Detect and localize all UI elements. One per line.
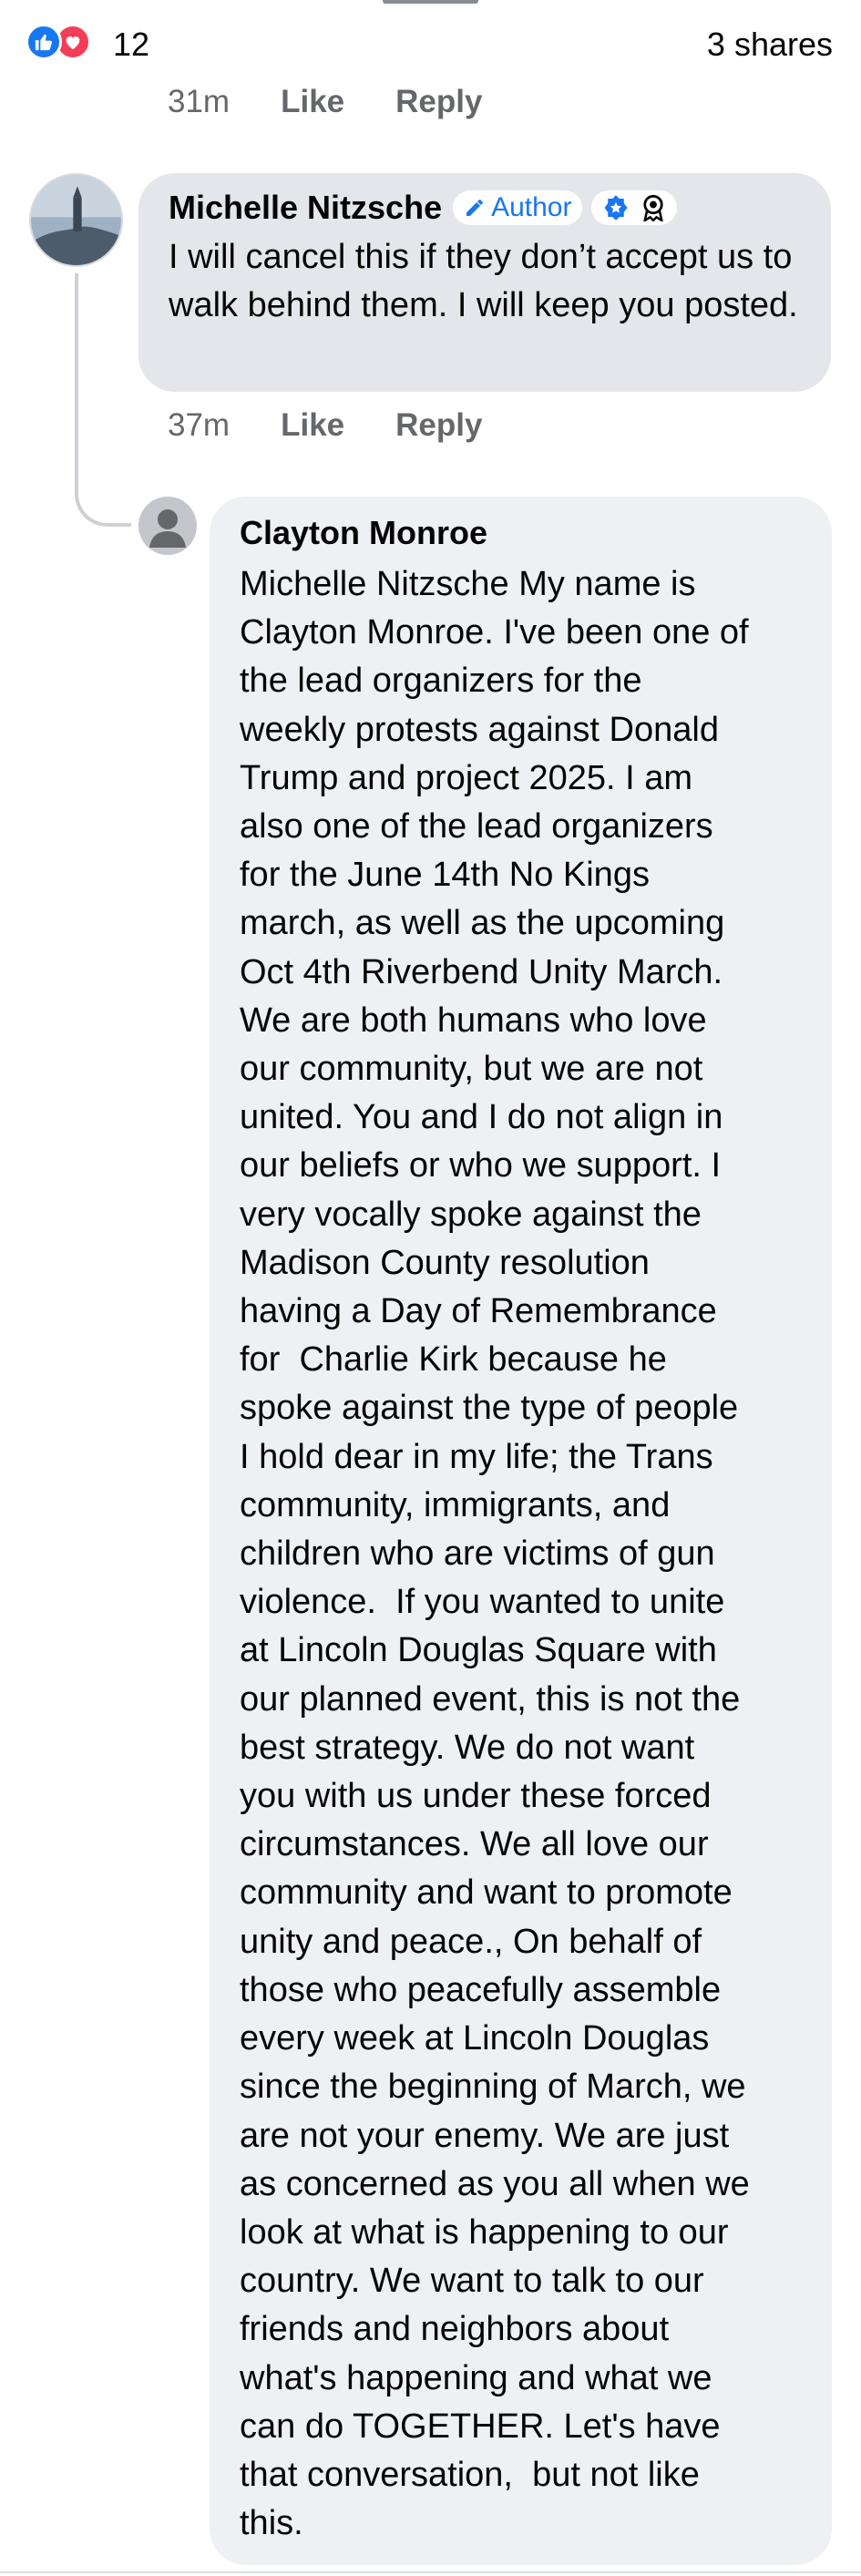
reply-text-line: very vocally spoke against the xyxy=(240,1195,702,1234)
reply-text-line: that conversation, but not like xyxy=(240,2455,700,2494)
shares-count[interactable]: 3 shares xyxy=(707,26,833,64)
reply-text-line: Trump and project 2025. I am xyxy=(240,758,693,797)
comment-text: I will cancel this if they don’t accept … xyxy=(169,238,798,324)
reply-text-line: our beliefs or who we support. I xyxy=(240,1146,722,1185)
reaction-count[interactable]: 12 xyxy=(113,26,149,64)
reply-text-line: children who are victims of gun xyxy=(240,1534,715,1574)
author-badge-label: Author xyxy=(491,192,572,222)
comment-meta: 37m Like Reply xyxy=(168,407,533,444)
reply-button[interactable]: Reply xyxy=(395,407,482,444)
reply-text-line: best strategy. We do not want xyxy=(240,1728,695,1767)
comment-bubble: Michelle Nitzsche Author I will cancel t… xyxy=(138,173,831,392)
like-button[interactable]: Like xyxy=(281,407,344,444)
like-reaction-icon xyxy=(26,24,62,60)
commenter-name[interactable]: Michelle Nitzsche xyxy=(169,189,442,227)
sheet-drag-handle[interactable] xyxy=(383,0,478,4)
default-avatar[interactable] xyxy=(138,497,197,555)
reply-text-line: friends and neighbors about xyxy=(240,2310,670,2349)
reply-text-line: We are both humans who love xyxy=(240,1001,707,1040)
star-badge-icon xyxy=(604,195,628,221)
avatar[interactable] xyxy=(29,173,123,267)
reply-text-line: Oct 4th Riverbend Unity March. xyxy=(240,952,723,991)
reply-text-line: having a Day of Remembrance xyxy=(240,1292,717,1331)
reply-text-line: every week at Lincoln Douglas xyxy=(240,2019,710,2058)
reply-button[interactable]: Reply xyxy=(395,84,482,120)
reply-bubble: Clayton Monroe Michelle Nitzsche My name… xyxy=(210,497,832,2565)
reply-text-line: spoke against the type of people xyxy=(240,1389,739,1428)
reaction-icons[interactable] xyxy=(26,24,91,60)
reply-text-line: look at what is happening to our xyxy=(240,2212,729,2252)
comment-timestamp: 31m xyxy=(168,84,231,119)
reply-text-line: those who peacefully assemble xyxy=(240,1970,722,2009)
reply-text-line: united. You and I do not align in xyxy=(240,1098,723,1137)
reply-text-line: the lead organizers for the xyxy=(240,662,642,701)
reply-text-line: Clayton Monroe. I've been one of xyxy=(240,613,749,652)
divider xyxy=(0,2571,861,2573)
reply-text: Michelle Nitzsche My name is Clayton Mon… xyxy=(240,560,818,2548)
reply-text-line: Michelle Nitzsche My name is xyxy=(240,565,696,603)
reply-text-line: you with us under these forced xyxy=(240,1777,712,1816)
reply-text-line: can do TOGETHER. Let's have xyxy=(240,2407,721,2446)
reply-text-line: country. We want to talk to our xyxy=(240,2262,704,2301)
reactions-bar: 12 3 shares xyxy=(26,22,836,67)
reply-text-line: community, immigrants, and xyxy=(240,1485,671,1524)
reply-text-line: our planned event, this is not the xyxy=(240,1679,741,1719)
reply-text-line: I hold dear in my life; the Trans xyxy=(240,1437,713,1476)
reply-text-line: this. xyxy=(240,2504,303,2543)
reply-text-line: at Lincoln Douglas Square with xyxy=(240,1631,717,1670)
profile-badges[interactable] xyxy=(591,190,678,225)
reply-text-line: Madison County resolution xyxy=(240,1243,650,1282)
reply-text-line: are not your enemy. We are just xyxy=(240,2116,730,2155)
reply-text-line: also one of the lead organizers xyxy=(240,807,713,847)
pencil-icon xyxy=(466,200,484,216)
reply-text-line: for the June 14th No Kings xyxy=(240,856,650,895)
reply-text-line: since the beginning of March, we xyxy=(240,2068,746,2107)
commenter-name[interactable]: Clayton Monroe xyxy=(240,513,832,553)
previous-comment-meta: 31m Like Reply xyxy=(168,84,533,120)
reply-text-line: unity and peace., On behalf of xyxy=(240,1922,702,1961)
reply-text-line: our community, but we are not xyxy=(240,1050,703,1089)
top-fan-badge-icon xyxy=(643,194,664,221)
reply-text-line: weekly protests against Donald xyxy=(240,710,719,749)
reply-text-line: what's happening and what we xyxy=(240,2358,712,2397)
reply-thread-line xyxy=(75,273,131,527)
reply-text-line: violence. If you wanted to unite xyxy=(240,1583,725,1622)
reply-text-line: march, as well as the upcoming xyxy=(240,904,725,943)
author-badge: Author xyxy=(453,190,583,225)
reply-text-line: as concerned as you all when we xyxy=(240,2164,750,2203)
reply-text-line: circumstances. We all love our xyxy=(240,1825,709,1864)
like-button[interactable]: Like xyxy=(281,84,344,120)
reply-text-line: for Charlie Kirk because he xyxy=(240,1340,667,1380)
reply-text-line: community and want to promote xyxy=(240,1873,733,1913)
comment-timestamp: 37m xyxy=(168,407,231,443)
